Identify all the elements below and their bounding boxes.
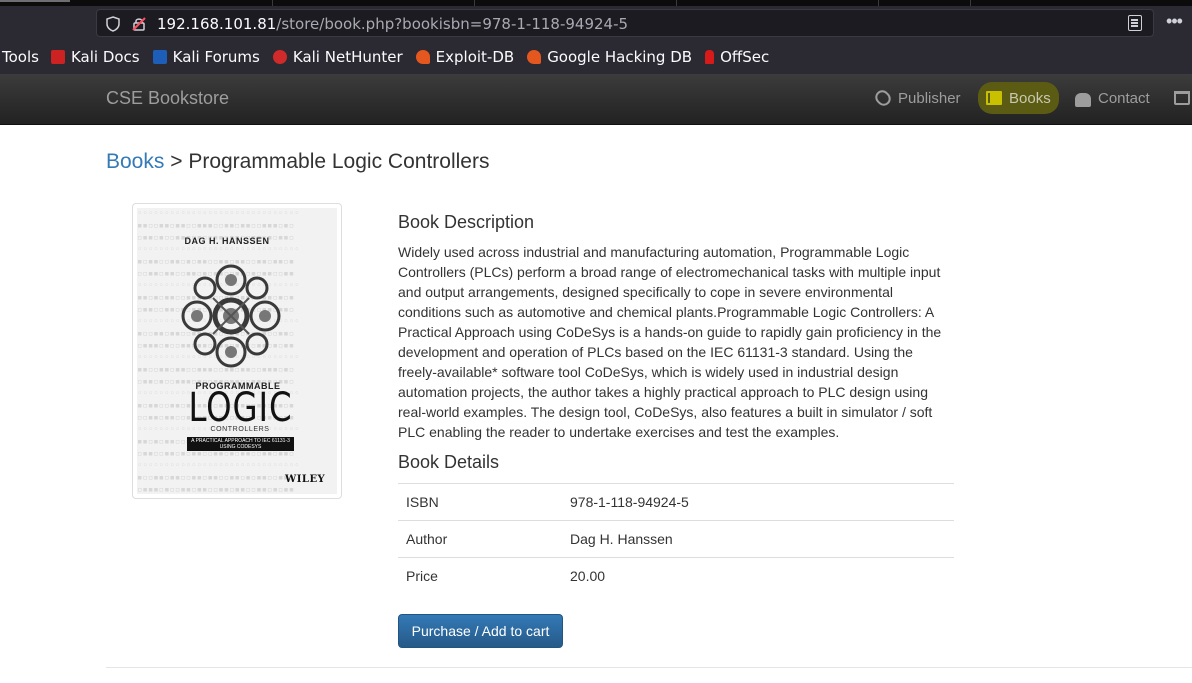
bookmarks-toolbar: Tools Kali Docs Kali Forums Kali NetHunt… — [0, 40, 1192, 74]
bookmark-label: Google Hacking DB — [547, 48, 693, 66]
nav-publisher[interactable]: Publisher — [872, 82, 961, 114]
url-host: 192.168.101.81 — [157, 15, 277, 33]
book-details-table: ISBN 978-1-118-94924-5 Author Dag H. Han… — [398, 483, 954, 595]
nav-contact-label: Contact — [1098, 89, 1150, 107]
bookmark-label: Tools — [2, 48, 39, 66]
breadcrumb-books-link[interactable]: Books — [106, 150, 164, 173]
gear-cluster-illustration — [181, 264, 281, 368]
cover-subtitle-band: A PRACTICAL APPROACH TO IEC 61131-3 USIN… — [187, 437, 294, 451]
url-path: /store/book.php?bookisbn=978-1-118-94924… — [276, 15, 629, 33]
table-row: Price 20.00 — [398, 557, 954, 595]
cover-publisher-logo: WILEY — [285, 474, 326, 485]
kali-nethunter-icon — [272, 50, 287, 64]
bookmark-tools[interactable]: Tools — [2, 45, 39, 69]
table-row: ISBN 978-1-118-94924-5 — [398, 483, 954, 521]
reader-view-icon[interactable] — [1128, 15, 1142, 31]
book-cover-image: ◦◦◦◦◦◦◦◦◦◦◦◦◦◦◦◦◦◦◦◦◦◦◦◦◦◦◦◦◦◦ ▪▪▫▫▪▪▫▪▪… — [137, 208, 337, 494]
kali-docs-icon — [50, 50, 65, 64]
bookmark-label: Kali NetHunter — [292, 48, 403, 66]
active-tab-indicator — [0, 0, 70, 2]
url-bar[interactable]: 192.168.101.81/store/book.php?bookisbn=9… — [96, 9, 1154, 37]
bookmark-label: OffSec — [720, 48, 770, 66]
breadcrumb: Books > Programmable Logic Controllers — [106, 150, 489, 174]
kali-forums-icon — [152, 50, 167, 64]
bookmark-label: Exploit-DB — [435, 48, 515, 66]
url-text[interactable]: 192.168.101.81/store/book.php?bookisbn=9… — [157, 15, 628, 33]
shield-icon[interactable] — [105, 16, 121, 32]
browser-toolbar: 192.168.101.81/store/book.php?bookisbn=9… — [0, 6, 1192, 40]
bookmark-label: Kali Docs — [70, 48, 140, 66]
cover-title-line3: CONTROLLERS — [210, 426, 270, 433]
book-details-heading: Book Details — [398, 452, 500, 472]
bookmark-kali-forums[interactable]: Kali Forums — [152, 45, 260, 69]
book-cover-thumbnail: ◦◦◦◦◦◦◦◦◦◦◦◦◦◦◦◦◦◦◦◦◦◦◦◦◦◦◦◦◦◦ ▪▪▫▫▪▪▫▪▪… — [132, 203, 342, 499]
more-options-icon[interactable]: ••• — [1162, 12, 1186, 34]
cover-title-line2: LOGIC — [188, 385, 293, 431]
phone-icon — [1075, 93, 1091, 107]
detail-label-isbn: ISBN — [398, 483, 562, 521]
exploit-db-icon — [415, 50, 430, 64]
nav-cart[interactable] — [1174, 82, 1192, 114]
table-row: Author Dag H. Hanssen — [398, 520, 954, 558]
bookmark-google-hacking-db[interactable]: Google Hacking DB — [527, 45, 692, 69]
book-description-text: Widely used across industrial and manufa… — [398, 244, 942, 440]
nav-publisher-label: Publisher — [898, 89, 961, 107]
detail-label-author: Author — [398, 520, 562, 558]
book-icon — [986, 91, 1002, 105]
offsec-icon — [705, 50, 715, 64]
site-brand[interactable]: CSE Bookstore — [106, 88, 229, 108]
bookmark-kali-docs[interactable]: Kali Docs — [50, 45, 140, 69]
nav-contact[interactable]: Contact — [1075, 82, 1150, 114]
detail-value-author: Dag H. Hanssen — [562, 520, 954, 558]
bookmark-label: Kali Forums — [172, 48, 260, 66]
purchase-add-to-cart-button[interactable]: Purchase / Add to cart — [398, 614, 563, 648]
detail-value-isbn: 978-1-118-94924-5 — [562, 483, 954, 521]
bookmark-kali-nethunter[interactable]: Kali NetHunter — [272, 45, 403, 69]
detail-value-price: 20.00 — [562, 557, 954, 595]
book-description-heading: Book Description — [398, 212, 535, 232]
footer-divider — [106, 667, 1192, 668]
bookmark-exploit-db[interactable]: Exploit-DB — [415, 45, 515, 69]
breadcrumb-separator: > — [170, 150, 183, 173]
nav-books-label: Books — [1009, 89, 1051, 107]
paperclip-icon — [872, 87, 894, 109]
site-navbar: CSE Bookstore Publisher Books Contact — [0, 74, 1192, 125]
bookmark-offsec[interactable]: OffSec — [705, 45, 769, 69]
google-hacking-db-icon — [527, 50, 542, 64]
shopping-cart-icon — [1174, 91, 1190, 105]
nav-books[interactable]: Books — [978, 82, 1059, 114]
cover-author: DAG H. HANSSEN — [184, 236, 270, 246]
breadcrumb-current: Programmable Logic Controllers — [188, 150, 490, 173]
detail-label-price: Price — [398, 557, 562, 595]
insecure-lock-icon[interactable] — [131, 16, 147, 32]
